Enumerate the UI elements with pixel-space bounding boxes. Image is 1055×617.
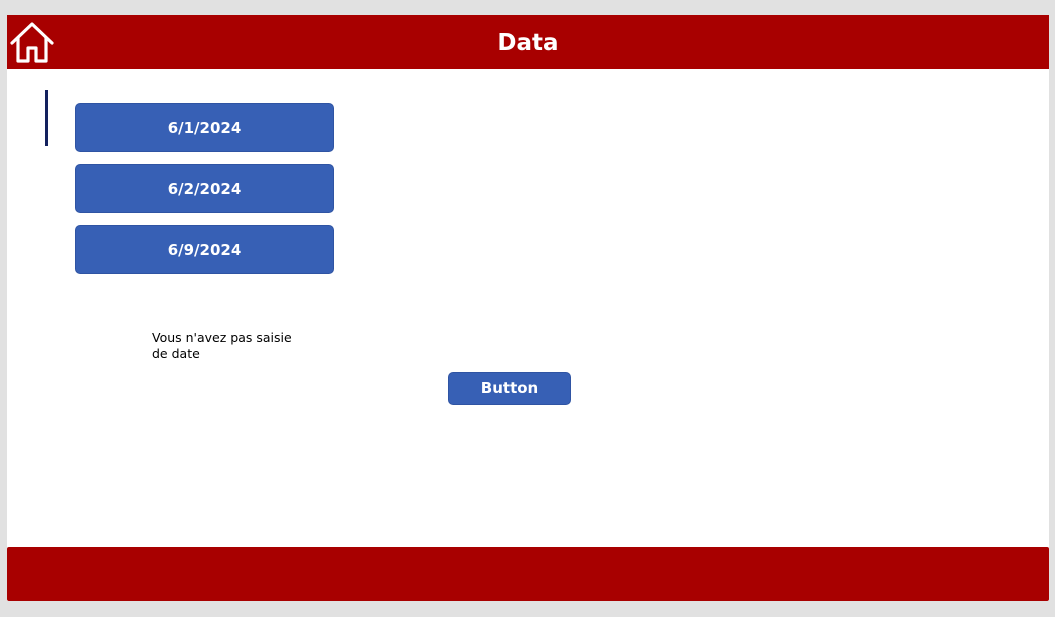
action-button[interactable]: Button [448, 372, 571, 405]
footer-bar [7, 547, 1049, 601]
gallery-scrollbar[interactable] [45, 90, 48, 146]
date-button-2[interactable]: 6/2/2024 [75, 164, 334, 213]
date-button-1[interactable]: 6/1/2024 [75, 103, 334, 152]
date-button-3[interactable]: 6/9/2024 [75, 225, 334, 274]
app-screen: Data 6/1/2024 6/2/2024 6/9/2024 Vous n'a… [7, 15, 1049, 601]
page-title: Data [497, 30, 559, 56]
home-icon[interactable] [9, 20, 55, 64]
header-bar: Data [7, 15, 1049, 69]
no-date-message: Vous n'avez pas saisie de date [152, 330, 292, 361]
